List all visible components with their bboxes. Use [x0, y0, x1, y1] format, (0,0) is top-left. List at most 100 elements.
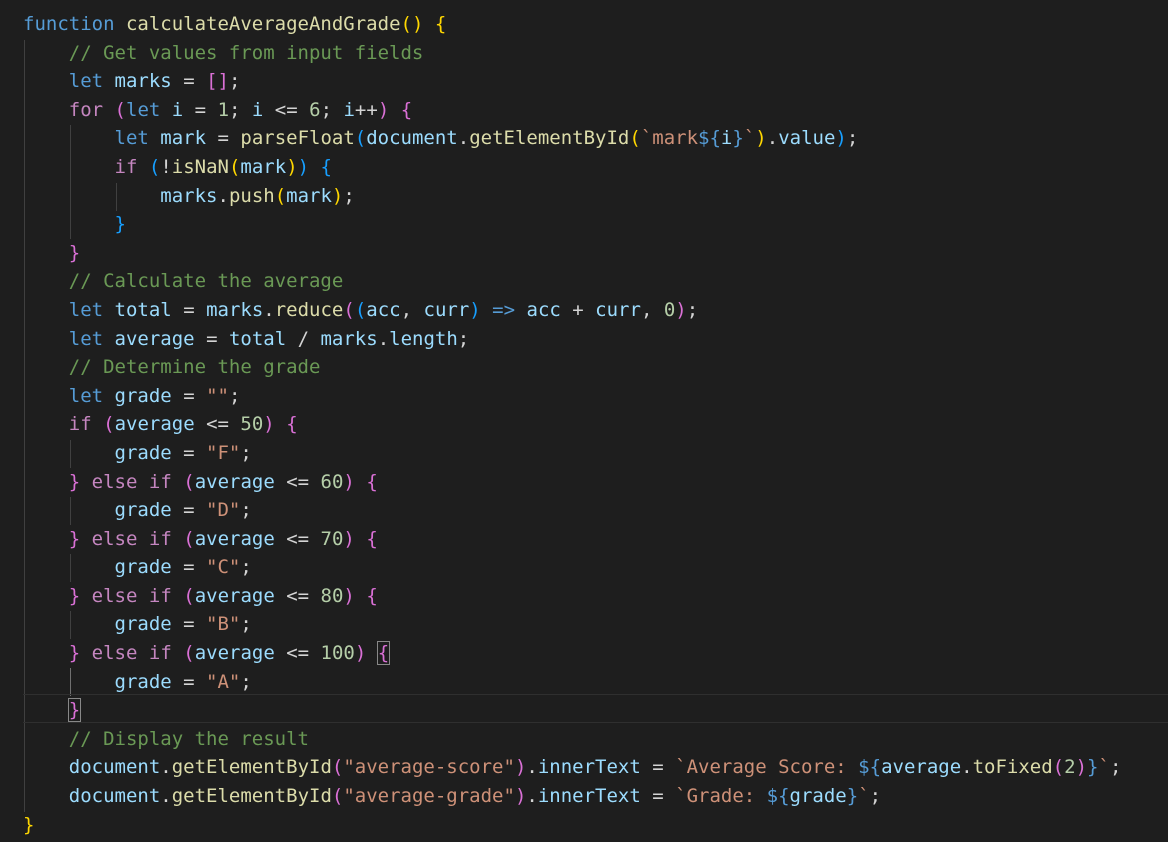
- function-call: reduce: [274, 298, 344, 321]
- string: "C": [206, 556, 241, 579]
- comment: // Get values from input fields: [68, 41, 424, 64]
- variable: mark: [240, 155, 287, 178]
- function-call: isNaN: [171, 155, 229, 178]
- keyword: else: [91, 642, 138, 665]
- keyword: if: [148, 470, 172, 493]
- code-line[interactable]: } else if (average <= 60) {: [23, 468, 1121, 497]
- keyword: let: [68, 384, 104, 407]
- code-line[interactable]: // Calculate the average: [23, 267, 1121, 296]
- variable: marks: [320, 327, 378, 350]
- variable: average: [194, 470, 275, 493]
- string: mark: [652, 127, 699, 150]
- code-line[interactable]: grade = "A";: [23, 668, 1121, 697]
- property: value: [778, 127, 836, 150]
- matched-bracket: }: [67, 698, 82, 723]
- code-line[interactable]: grade = "D";: [23, 496, 1121, 525]
- code-line[interactable]: let mark = parseFloat(document.getElemen…: [23, 124, 1121, 153]
- variable: i: [171, 98, 184, 121]
- code-line[interactable]: if (average <= 50) {: [23, 410, 1121, 439]
- keyword: if: [148, 642, 172, 665]
- variable: acc: [526, 298, 561, 321]
- code-line[interactable]: document.getElementById("average-score")…: [23, 753, 1122, 782]
- code-line[interactable]: let average = total / marks.length;: [23, 325, 1121, 354]
- number: 60: [320, 470, 344, 493]
- keyword: if: [68, 413, 92, 436]
- number: 2: [1064, 756, 1076, 779]
- variable: average: [114, 327, 195, 350]
- variable: marks: [206, 298, 264, 321]
- code-line[interactable]: document.getElementById("average-grade")…: [23, 782, 1121, 811]
- keyword: let: [114, 127, 149, 150]
- variable: document: [68, 756, 161, 779]
- code-line[interactable]: grade = "C";: [23, 553, 1121, 582]
- number: 6: [309, 98, 321, 121]
- keyword: function: [23, 13, 115, 35]
- function-call: getElementById: [171, 756, 332, 779]
- variable: average: [194, 584, 275, 607]
- code-line-current[interactable]: }: [23, 696, 1121, 725]
- variable: document: [366, 127, 458, 150]
- comment: // Determine the grade: [68, 356, 321, 379]
- code-line[interactable]: marks.push(mark);: [23, 182, 1121, 211]
- string: "F": [206, 441, 241, 464]
- variable: grade: [114, 556, 172, 579]
- function-call: getElementById: [171, 785, 332, 808]
- number: 1: [217, 98, 230, 121]
- keyword: for: [68, 98, 104, 121]
- variable: marks: [114, 70, 172, 93]
- comment: // Calculate the average: [68, 270, 344, 293]
- keyword: let: [68, 327, 104, 350]
- function-call: push: [228, 184, 275, 207]
- number: 70: [320, 527, 344, 550]
- function-name: calculateAverageAndGrade: [125, 13, 401, 35]
- variable: grade: [114, 613, 172, 636]
- code-line[interactable]: let total = marks.reduce((acc, curr) => …: [23, 296, 1121, 325]
- keyword: if: [148, 527, 172, 550]
- code-line[interactable]: function calculateAverageAndGrade() {: [23, 10, 1121, 39]
- code-line[interactable]: grade = "B";: [23, 610, 1121, 639]
- variable: mark: [286, 184, 332, 207]
- variable: average: [881, 756, 962, 779]
- code-line[interactable]: } else if (average <= 80) {: [23, 582, 1121, 611]
- code-line[interactable]: let marks = [];: [23, 67, 1121, 96]
- variable: grade: [114, 384, 172, 407]
- code-line[interactable]: let grade = "";: [23, 382, 1121, 411]
- variable: grade: [114, 670, 172, 693]
- code-editor[interactable]: function calculateAverageAndGrade() { //…: [0, 0, 1168, 842]
- code-line[interactable]: }: [23, 811, 1121, 840]
- string: "A": [206, 670, 241, 693]
- keyword: let: [126, 98, 161, 121]
- property: length: [389, 327, 458, 350]
- variable: total: [228, 327, 287, 350]
- matched-bracket: {: [376, 641, 391, 666]
- number: 0: [663, 298, 676, 321]
- code-line[interactable]: // Get values from input fields: [23, 39, 1121, 68]
- code-line[interactable]: } else if (average <= 70) {: [23, 525, 1121, 554]
- number: 100: [320, 642, 355, 665]
- function-call: toFixed: [972, 756, 1053, 779]
- string: "": [206, 384, 229, 407]
- variable: average: [114, 413, 195, 436]
- code-line[interactable]: }: [23, 239, 1121, 268]
- code-line[interactable]: // Determine the grade: [23, 353, 1121, 382]
- variable: marks: [160, 184, 218, 207]
- variable: total: [114, 298, 172, 321]
- property: innerText: [537, 785, 641, 808]
- variable: curr: [595, 298, 641, 321]
- string: "B": [206, 613, 241, 636]
- code-line[interactable]: for (let i = 1; i <= 6; i++) {: [23, 96, 1121, 125]
- keyword: let: [68, 70, 104, 93]
- variable: average: [194, 642, 275, 665]
- code-line[interactable]: grade = "F";: [23, 439, 1121, 468]
- keyword: else: [91, 527, 138, 550]
- code-body[interactable]: function calculateAverageAndGrade() { //…: [23, 10, 1121, 839]
- code-line[interactable]: } else if (average <= 100) {: [23, 639, 1121, 668]
- code-line[interactable]: // Display the result: [23, 725, 1121, 754]
- string: "D": [206, 499, 241, 522]
- keyword: let: [68, 298, 104, 321]
- keyword: else: [91, 470, 138, 493]
- variable: average: [194, 527, 275, 550]
- code-line[interactable]: if (!isNaN(mark)) {: [23, 153, 1121, 182]
- code-line[interactable]: }: [23, 210, 1121, 239]
- function-call: getElementById: [469, 127, 630, 150]
